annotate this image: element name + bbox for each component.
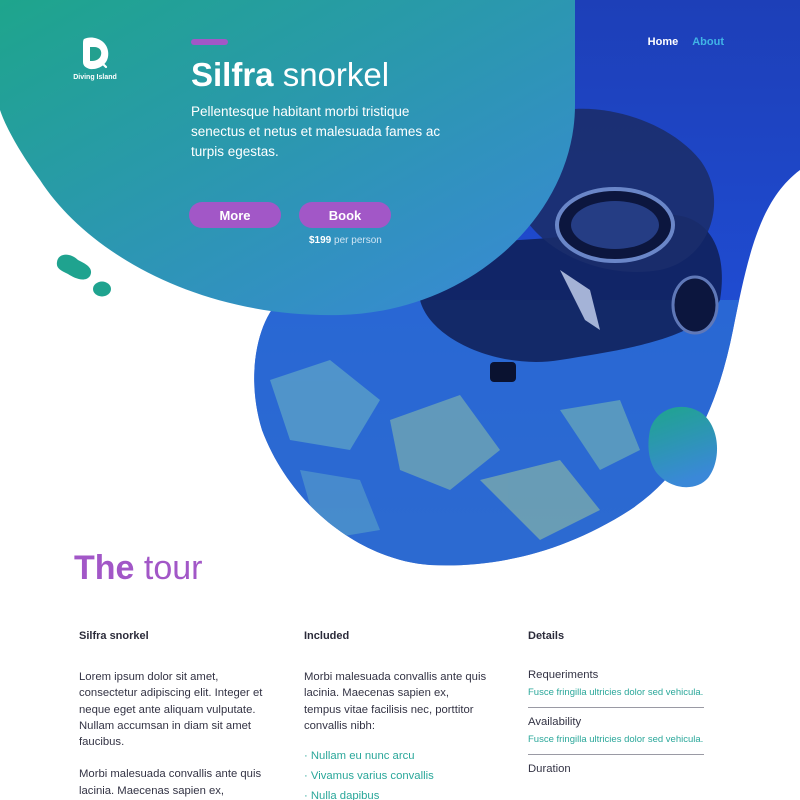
hero-title: Silfra snorkel [191,55,389,95]
overview-paragraph: Lorem ipsum dolor sit amet, consectetur … [79,671,263,749]
detail-text: Fusce fringilla ultricies dolor sed vehi… [528,687,704,698]
detail-label: Requeriments [528,669,599,681]
logo-icon [83,37,109,70]
overview-heading: Silfra snorkel [79,630,149,642]
detail-availability: Availability Fusce fringilla ultricies d… [528,716,704,755]
detail-label: Availability [528,716,582,728]
brand-logo[interactable]: Diving Island [72,36,118,81]
top-nav: Home About [648,36,724,48]
overview-column: Silfra snorkel Lorem ipsum dolor sit ame… [79,630,264,800]
details-heading: Details [528,630,565,642]
price-unit: per person [334,235,382,246]
tour-title-bold: The [74,549,135,587]
overview-paragraph: Morbi malesuada convallis ante quis laci… [79,768,262,797]
detail-requirements: Requeriments Fusce fringilla ultricies d… [528,669,704,708]
included-heading: Included [304,630,350,642]
included-column: Included Morbi malesuada convallis ante … [304,630,489,800]
nav-home[interactable]: Home [648,36,679,48]
detail-text: Fusce fringilla ultricies dolor sed vehi… [528,734,704,745]
detail-duration: Duration [528,763,704,788]
tour-title-light: tour [143,549,203,587]
included-list: · Nullam eu nunc arcu · Vivamus varius c… [304,750,489,800]
decor-blob-large [56,254,92,280]
decor-blob-small [93,281,111,297]
book-button[interactable]: Book [299,202,391,228]
hero-description: Pellentesque habitant morbi tristique se… [191,104,441,159]
more-button[interactable]: More [189,202,281,228]
detail-label: Duration [528,763,571,775]
brand-name: Diving Island [73,74,117,81]
included-item: · Vivamus varius convallis [304,770,434,783]
included-item: · Nullam eu nunc arcu [304,750,415,763]
details-column: Details Requeriments Fusce fringilla ult… [528,630,704,796]
price-value: $199 [309,235,332,246]
price-label: $199 per person [309,235,382,246]
hero-title-bold: Silfra [191,56,274,93]
tour-section-title: The tour [74,548,203,588]
hero-title-light: snorkel [282,56,390,93]
included-paragraph: Morbi malesuada convallis ante quis laci… [304,671,487,732]
nav-about[interactable]: About [692,36,724,48]
hero-artwork [0,0,800,566]
decor-blob-right [648,406,718,488]
included-item: · Nulla dapibus [304,790,380,800]
hero-accent-bar [191,39,228,45]
